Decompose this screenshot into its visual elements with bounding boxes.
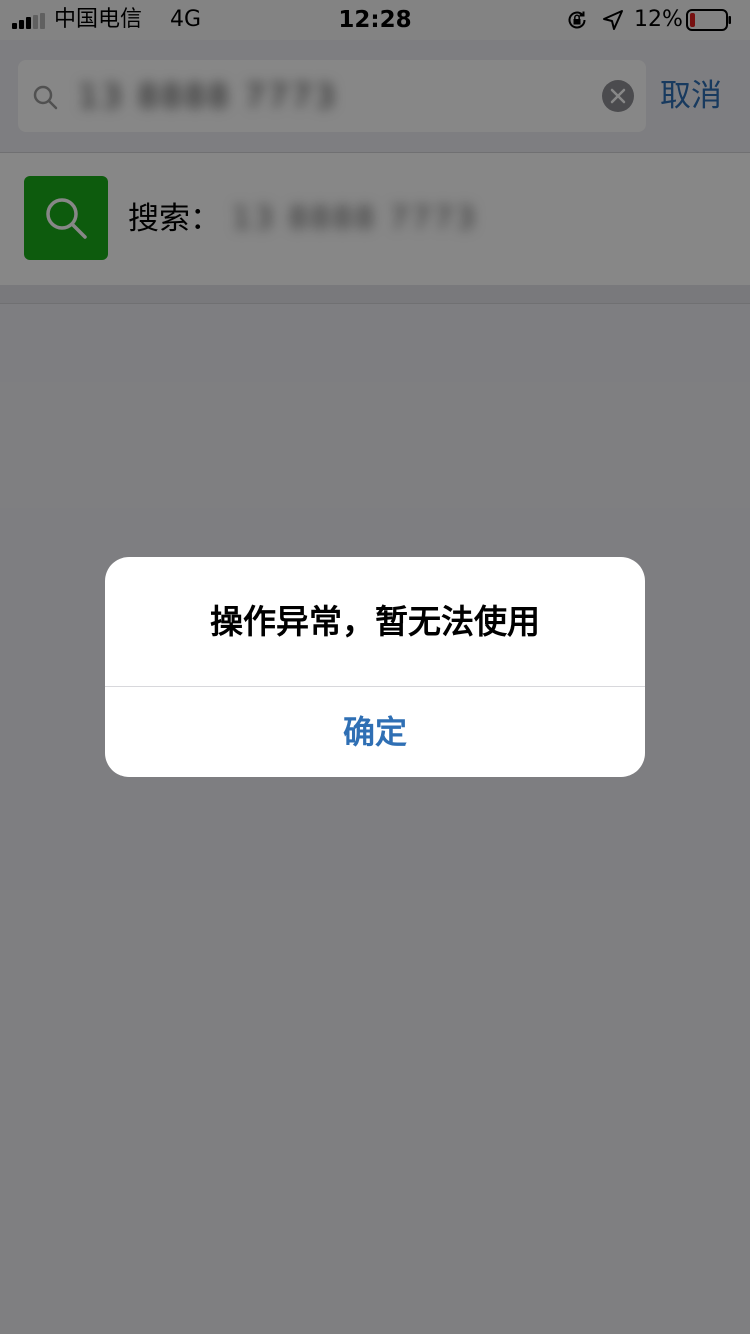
alert-title: 操作异常，暂无法使用 <box>210 602 540 641</box>
confirm-button[interactable]: 确定 <box>105 687 645 777</box>
alert-dialog: 操作异常，暂无法使用 确定 <box>105 557 645 777</box>
